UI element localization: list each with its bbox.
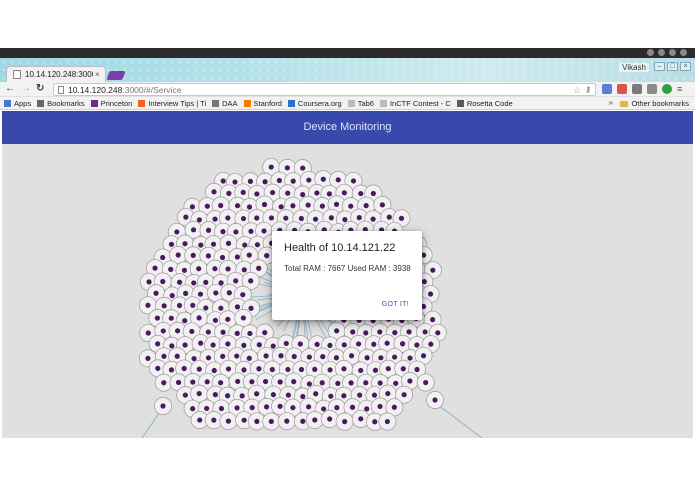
bookmark-label: Interview Tips | Ti [148, 98, 207, 108]
bookmark-label: Apps [14, 98, 32, 108]
browser-tab[interactable]: 10.14.120.248:3000/ × [6, 66, 106, 82]
browser-toolbar: ← → ↻ 10.14.120.248:3000/#/Service ☆ ⚷ ≡ [0, 82, 695, 97]
princeton-icon [90, 99, 98, 107]
star-icon [37, 99, 45, 107]
extension-icon[interactable] [617, 84, 627, 94]
tab-strip: 10.14.120.248:3000/ × Vikash – □ × [0, 58, 695, 82]
minimize-icon[interactable]: – [654, 62, 665, 71]
tab-title: 10.14.120.248:3000/ [25, 70, 93, 79]
close-icon[interactable]: × [95, 70, 100, 79]
forward-icon[interactable]: → [21, 83, 31, 95]
extension-icon[interactable] [647, 84, 657, 94]
bookmarks-overflow-icon[interactable]: » [609, 98, 613, 107]
extension-icons: ≡ [602, 84, 687, 94]
bookmark-label: Tab6 [357, 98, 374, 108]
got-it-button[interactable]: GOT IT! [382, 301, 409, 308]
menu-icon[interactable]: ≡ [677, 84, 687, 94]
url-text[interactable]: 10.14.120.248:3000/#/Service [68, 84, 181, 96]
other-bookmarks-label: Other bookmarks [631, 99, 689, 108]
yc-icon [138, 99, 146, 107]
bookmark-label: DAA [222, 98, 238, 108]
bookmark-item[interactable]: Bookmarks [37, 99, 85, 108]
address-bar[interactable]: 10.14.120.248:3000/#/Service ☆ ⚷ [53, 83, 596, 96]
bookmarks-bar: Apps Bookmarks Princeton Interview Tips | T… [0, 97, 695, 110]
device-node[interactable] [416, 373, 435, 392]
bookmark-item[interactable]: Princeton [90, 98, 133, 108]
apps-grid-icon [4, 99, 11, 107]
page-icon [58, 86, 64, 94]
profile-button[interactable]: Vikash [619, 63, 649, 72]
reload-icon[interactable]: ↻ [36, 83, 44, 95]
page-icon [347, 99, 355, 107]
folder-icon [620, 100, 629, 107]
device-node[interactable] [335, 412, 354, 431]
new-tab-button[interactable] [106, 71, 126, 80]
window-controls: – □ × [654, 62, 691, 71]
rosetta-icon [456, 99, 464, 107]
bookmark-item[interactable]: Stanford [243, 98, 282, 108]
bookmark-item[interactable]: Rosetta Code [456, 98, 513, 108]
ram-stats: Total RAM : 7667 Used RAM : 3938 [284, 264, 411, 273]
bookmark-label: InCTF Contest - C [389, 98, 451, 108]
app-header: Device Monitoring [2, 111, 693, 144]
bookmark-star-icon[interactable]: ☆ [573, 84, 581, 96]
bookmark-item[interactable]: Interview Tips | Ti [138, 99, 206, 108]
page-title: Device Monitoring [303, 121, 392, 133]
device-node[interactable] [219, 412, 238, 431]
system-tray [647, 49, 687, 56]
other-bookmarks[interactable]: Other bookmarks [620, 99, 689, 108]
device-node[interactable] [262, 412, 281, 431]
dialog-title: Health of 10.14.121.22 [284, 242, 396, 254]
bookmark-item[interactable]: InCTF Contest - C [379, 98, 451, 108]
bookmark-label: Rosetta Code [466, 98, 513, 108]
page-icon [13, 70, 21, 79]
device-node[interactable] [277, 412, 296, 431]
browser-chrome: 10.14.120.248:3000/ × Vikash – □ × ← → ↻… [0, 58, 695, 111]
device-node[interactable] [426, 391, 444, 409]
bookmark-item[interactable]: DAA [212, 98, 238, 108]
bookmark-label: Bookmarks [47, 98, 85, 108]
extension-icon[interactable] [602, 84, 612, 94]
maximize-icon[interactable]: □ [667, 62, 678, 71]
bookmark-label: Stanford [253, 98, 282, 108]
device-node[interactable] [378, 412, 397, 431]
image-icon [212, 99, 220, 107]
close-window-icon[interactable]: × [680, 62, 691, 71]
key-icon[interactable]: ⚷ [585, 84, 591, 96]
device-node[interactable] [234, 308, 253, 327]
device-node[interactable] [190, 384, 209, 403]
bookmark-item[interactable]: Tab6 [347, 98, 374, 108]
bookmark-label: Princeton [100, 98, 133, 108]
back-icon[interactable]: ← [5, 83, 15, 95]
os-top-panel [0, 48, 695, 58]
device-node[interactable] [320, 410, 339, 428]
device-node[interactable] [154, 397, 172, 415]
extension-icon[interactable] [662, 84, 672, 94]
blogger-icon [243, 99, 251, 107]
coursera-icon [287, 99, 295, 107]
bookmark-item[interactable]: Coursera.org [287, 98, 342, 108]
bookmark-item[interactable]: Apps [4, 99, 31, 108]
extension-icon[interactable] [632, 84, 642, 94]
graph-link [433, 401, 483, 438]
bookmark-label: Coursera.org [297, 98, 342, 108]
page-icon [379, 99, 387, 107]
health-dialog: Health of 10.14.121.22 Total RAM : 7667 … [272, 231, 422, 320]
